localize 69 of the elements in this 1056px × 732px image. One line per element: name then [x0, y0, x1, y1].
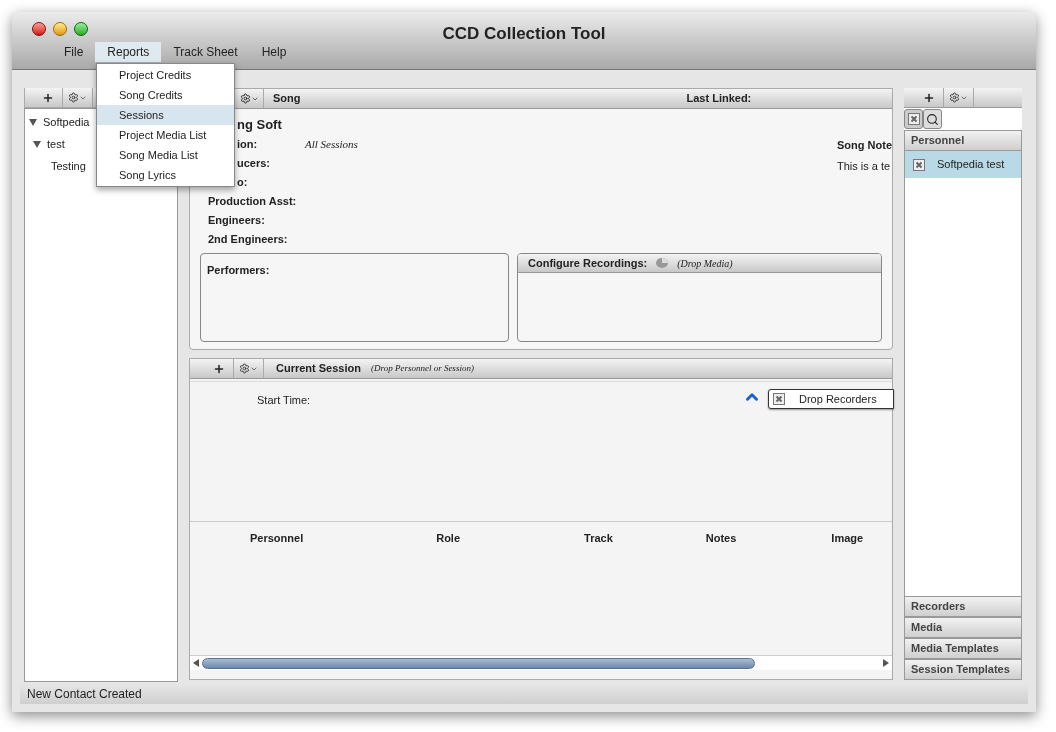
plus-icon [212, 362, 225, 375]
tree-item[interactable]: Softpedia [43, 113, 90, 131]
gear-icon [239, 363, 250, 374]
personnel-item[interactable]: Softpedia test [905, 151, 1021, 178]
song-notes-text: This is a te [837, 158, 891, 174]
recordings-label: Configure Recordings: [528, 255, 648, 271]
section-header[interactable]: Session Templates [904, 659, 1022, 680]
scroll-thumb[interactable] [202, 657, 755, 669]
field-label: 2nd Engineers: [208, 232, 289, 248]
search-button[interactable] [923, 109, 942, 129]
window-title: CCD Collection Tool [442, 23, 606, 45]
clear-button[interactable] [904, 109, 923, 129]
performers-label: Performers: [207, 264, 270, 276]
menu-entry[interactable]: Song Media List [97, 145, 234, 165]
close-box-icon [907, 113, 920, 125]
menu-item[interactable]: Track Sheet [161, 42, 250, 62]
tree-item[interactable]: test [47, 135, 65, 153]
field-value: All Sessions [305, 137, 358, 153]
drop-hint: (Drop Media) [677, 256, 733, 271]
plus-icon [41, 91, 54, 104]
gear-icon [949, 92, 960, 103]
column-header[interactable]: Role [436, 530, 461, 655]
status-text: New Contact Created [27, 686, 142, 703]
zoom-window-button[interactable] [74, 22, 88, 36]
panel-title: Current Session [276, 361, 361, 377]
close-box-icon [913, 158, 925, 171]
column-header[interactable]: Personnel [250, 530, 304, 655]
section-header[interactable]: Media [904, 617, 1022, 638]
personnel-name: Softpedia test [937, 157, 1005, 173]
plus-icon [922, 91, 935, 104]
menu-entry[interactable]: Sessions [97, 105, 234, 125]
tree-item[interactable]: Testing [51, 157, 86, 175]
field-label: Engineers: [208, 213, 266, 229]
start-time-label: Start Time: [257, 393, 311, 408]
column-header[interactable]: Notes [705, 530, 737, 655]
scroll-left-icon[interactable] [192, 659, 200, 667]
personnel-header[interactable]: Personnel [904, 130, 1022, 151]
expanded-triangle-icon[interactable] [29, 118, 37, 126]
column-header[interactable]: Track [584, 530, 613, 655]
gear-icon [240, 93, 251, 104]
drop-hint: (Drop Personnel or Session) [370, 361, 474, 375]
scroll-right-icon[interactable] [882, 659, 890, 667]
close-window-button[interactable] [32, 22, 46, 36]
drop-recorders-label: Drop Recorders [799, 391, 877, 407]
menu-item[interactable]: File [52, 42, 96, 62]
disc-icon [655, 257, 670, 269]
expanded-triangle-icon[interactable] [33, 140, 41, 148]
section-header[interactable]: Media Templates [904, 638, 1022, 659]
close-box-icon [773, 393, 785, 405]
gear-icon [68, 92, 79, 103]
section-header[interactable]: Recorders [904, 596, 1022, 617]
field-label: ion: [237, 137, 259, 153]
column-header[interactable]: Image [831, 530, 864, 655]
field-label: Production Asst: [208, 194, 298, 210]
menu-entry[interactable]: Project Media List [97, 125, 234, 145]
last-linked-label: Last Linked: [686, 91, 752, 107]
menu-item[interactable]: Reports [95, 42, 162, 62]
song-notes-label: Song Note [837, 138, 892, 153]
menu-entry[interactable]: Song Credits [97, 85, 234, 105]
minimize-window-button[interactable] [53, 22, 67, 36]
field-label: o: [237, 175, 249, 191]
search-icon [926, 112, 939, 126]
menu-item[interactable]: Help [249, 42, 299, 62]
menu-entry[interactable]: Project Credits [97, 65, 234, 85]
song-title: ng Soft [237, 116, 283, 134]
panel-title: Song [273, 91, 301, 107]
menu-entry[interactable]: Song Lyrics [97, 165, 234, 185]
horizontal-scrollbar[interactable] [190, 655, 892, 670]
field-label: ucers: [237, 156, 272, 172]
